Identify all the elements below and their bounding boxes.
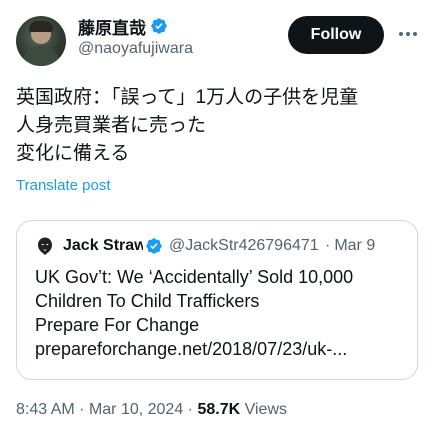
more-options-icon[interactable] xyxy=(396,22,420,46)
follow-button[interactable]: Follow xyxy=(288,16,384,54)
avatar-body-shape xyxy=(22,46,60,66)
quote-date[interactable]: Mar 9 xyxy=(334,237,375,255)
author-names: 藤原直哉 @naoyafujiwara xyxy=(78,14,193,58)
author-handle[interactable]: @naoyafujiwara xyxy=(78,40,193,58)
hooded-avatar-icon[interactable] xyxy=(35,236,55,256)
display-name-row: 藤原直哉 xyxy=(78,14,193,38)
tweet-text-line: 変化に備える xyxy=(16,143,130,164)
quote-text-line: Children To Child Traffickers xyxy=(35,291,260,311)
quote-author-handle[interactable]: @JackStr426796471 xyxy=(169,237,321,255)
tweet-text-line: 英国政府：「誤って」1万人の子供を児童 xyxy=(16,87,359,108)
quote-header: Jack Straw @JackStr426796471 · Mar 9 xyxy=(35,235,407,257)
verified-badge-icon xyxy=(146,238,162,254)
quote-text-line: Prepare For Change xyxy=(35,315,200,335)
quote-tweet-card[interactable]: Jack Straw @JackStr426796471 · Mar 9 UK … xyxy=(16,220,418,380)
views-label: Views xyxy=(244,401,287,418)
verified-badge-icon xyxy=(151,18,167,34)
views-count: 58.7K xyxy=(197,401,241,418)
quote-link-text[interactable]: prepareforchange.net/2018/07/23/uk-... xyxy=(35,337,405,361)
avatar-hair-shape xyxy=(29,21,53,32)
post-time[interactable]: 8:43 AM xyxy=(16,401,75,418)
quote-author-name[interactable]: Jack Straw xyxy=(63,237,143,255)
tweet-meta: 8:43 AM · Mar 10, 2024 · 58.7K Views xyxy=(16,401,287,419)
post-date[interactable]: Mar 10, 2024 xyxy=(89,401,183,418)
tweet-text-line: 人身売買業者に売った xyxy=(16,115,207,136)
more-dot xyxy=(413,32,417,36)
more-dot xyxy=(406,32,410,36)
author-display-name[interactable]: 藤原直哉 xyxy=(78,14,146,39)
tweet-header: 藤原直哉 @naoyafujiwara Follow xyxy=(16,14,424,66)
separator-dot: · xyxy=(187,401,193,418)
more-dot xyxy=(399,32,403,36)
translate-post-link[interactable]: Translate post xyxy=(16,177,111,194)
quote-text-line: UK Gov’t: We ‘Accidentally’ Sold 10,000 xyxy=(35,267,354,287)
tweet-text: 英国政府：「誤って」1万人の子供を児童 人身売買業者に売った 変化に備える xyxy=(16,84,426,168)
separator-dot: · xyxy=(79,401,85,418)
author-avatar[interactable] xyxy=(16,16,66,66)
quote-body: UK Gov’t: We ‘Accidentally’ Sold 10,000 … xyxy=(35,265,405,361)
separator-dot: · xyxy=(325,237,331,254)
